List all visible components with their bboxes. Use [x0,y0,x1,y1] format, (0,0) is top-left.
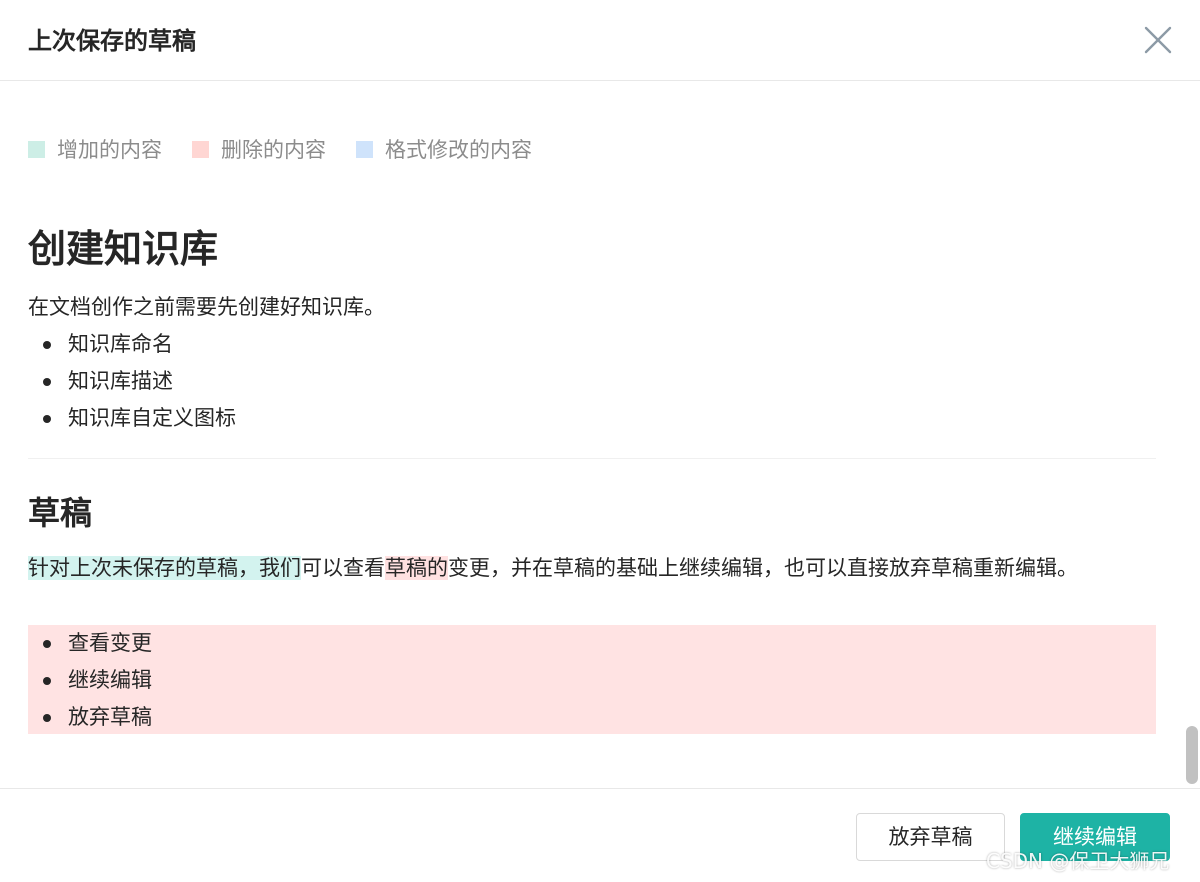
legend-swatch-added [28,140,45,158]
unchanged-text: 变更，并在草稿的基础上继续编辑，也可以直接放弃草稿重新编辑。 [448,556,1078,580]
legend-label-added: 增加的内容 [57,138,162,162]
list-item-text: 知识库描述 [68,369,173,393]
section-paragraph-draft: 针对上次未保存的草稿，我们可以查看草稿的变更，并在草稿的基础上继续编辑，也可以直… [28,550,1138,587]
bullet-icon [43,415,51,423]
watermark: CSDN @保卫大狮兄 [986,849,1170,873]
deleted-list-block: 查看变更 继续编辑 放弃草稿 [28,625,1156,734]
draft-actions-list: 查看变更 继续编辑 放弃草稿 [28,625,1156,736]
section-heading-draft: 草稿 [28,494,93,532]
discard-draft-button[interactable]: 放弃草稿 [856,813,1005,861]
added-text: 针对上次未保存的草稿，我们 [28,556,301,580]
scrollbar-thumb[interactable] [1186,726,1198,784]
dialog-body: 增加的内容 删除的内容 格式修改的内容 创建知识库 在文档创作之前需要先创建好知… [0,82,1200,788]
list-item-text: 继续编辑 [68,668,152,692]
list-item: 放弃草稿 [28,699,1156,736]
list-item: 继续编辑 [28,662,1156,699]
legend-item-format: 格式修改的内容 [356,134,532,164]
legend-label-format: 格式修改的内容 [385,138,532,162]
section-paragraph-create-kb: 在文档创作之前需要先创建好知识库。 [28,295,385,319]
bullet-icon [43,378,51,386]
legend-item-added: 增加的内容 [28,134,162,164]
diff-legend: 增加的内容 删除的内容 格式修改的内容 [28,134,562,164]
list-item: 查看变更 [28,625,1156,662]
list-item-text: 知识库命名 [68,332,173,356]
list-item-text: 知识库自定义图标 [68,406,236,430]
create-kb-list: 知识库命名 知识库描述 知识库自定义图标 [28,326,236,437]
section-divider [28,458,1156,459]
deleted-text: 草稿的 [385,556,448,580]
legend-swatch-format [356,140,373,158]
scrollbar-track[interactable] [1182,82,1200,788]
bullet-icon [43,341,51,349]
dialog-title: 上次保存的草稿 [28,27,196,55]
section-heading-create-kb: 创建知识库 [28,227,219,271]
legend-swatch-deleted [192,140,209,158]
list-item: 知识库命名 [28,326,236,363]
dialog-header: 上次保存的草稿 [0,0,1200,81]
list-item-text: 放弃草稿 [68,705,152,729]
draft-dialog: 上次保存的草稿 增加的内容 删除的内容 格式修改的内容 创建知识库 在文档创作之… [0,0,1200,882]
list-item: 知识库描述 [28,363,236,400]
list-item-text: 查看变更 [68,631,152,655]
close-icon[interactable] [1140,22,1176,58]
legend-item-deleted: 删除的内容 [192,134,326,164]
bullet-icon [43,714,51,722]
list-item: 知识库自定义图标 [28,400,236,437]
bullet-icon [43,677,51,685]
bullet-icon [43,640,51,648]
legend-label-deleted: 删除的内容 [221,138,326,162]
unchanged-text: 可以查看 [301,556,385,580]
